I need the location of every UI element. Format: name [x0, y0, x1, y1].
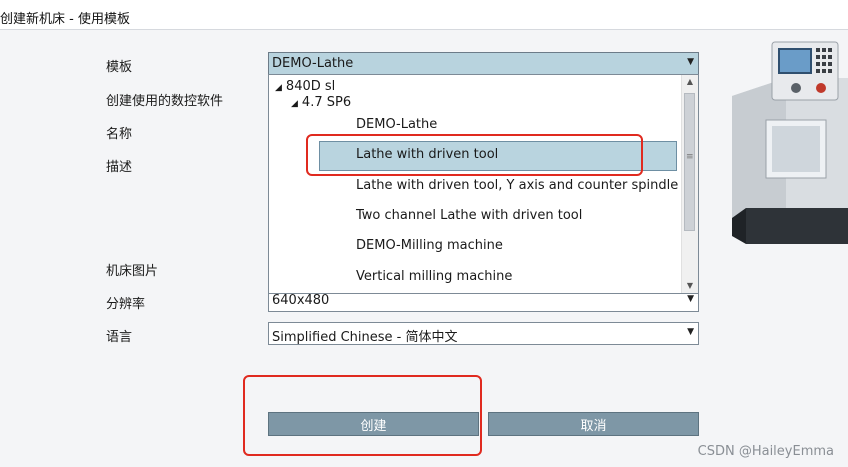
create-button[interactable]: 创建 — [268, 412, 479, 436]
template-label: 模板 — [106, 60, 133, 75]
grip-icon: ≡ — [686, 152, 694, 162]
option-demo-milling[interactable]: DEMO-Milling machine — [319, 232, 677, 262]
option-label: Lathe with driven tool, Y axis and count… — [356, 178, 679, 193]
option-label: Two channel Lathe with driven tool — [356, 208, 583, 223]
scroll-down-arrow-icon[interactable]: ▼ — [682, 279, 698, 293]
language-select[interactable]: Simplified Chinese - 简体中文 ▼ — [268, 322, 699, 345]
cancel-button-label: 取消 — [580, 418, 607, 434]
chevron-down-icon[interactable]: ▼ — [687, 294, 694, 304]
option-lathe-y-axis[interactable]: Lathe with driven tool, Y axis and count… — [319, 172, 679, 202]
create-button-label: 创建 — [360, 418, 387, 434]
expand-triangle-icon[interactable]: ◢ — [291, 99, 298, 109]
title-bar: 创建新机床 - 使用模板 — [0, 0, 848, 30]
tree-node-version[interactable]: ◢ 4.7 SP6 — [291, 95, 351, 110]
machine-image-label: 机床图片 — [106, 264, 159, 279]
template-dropdown-list[interactable]: ◢ 840D sl ◢ 4.7 SP6 DEMO-Lathe Lathe with … — [268, 74, 699, 294]
annotation-highlight-option — [306, 134, 643, 176]
language-label: 语言 — [106, 330, 133, 345]
tree-node-840d[interactable]: ◢ 840D sl — [275, 79, 335, 94]
scroll-thumb[interactable]: ≡ — [684, 93, 695, 231]
scroll-up-arrow-icon[interactable]: ▲ — [682, 75, 698, 89]
resolution-label: 分辨率 — [106, 297, 146, 312]
software-label: 创建使用的数控软件 — [106, 94, 224, 109]
option-label: Vertical milling machine — [356, 269, 513, 284]
tree-node-label: 4.7 SP6 — [301, 95, 352, 110]
resolution-select-value: 640x480 — [272, 293, 330, 308]
chevron-down-icon[interactable]: ▼ — [687, 327, 694, 337]
name-label: 名称 — [106, 127, 133, 142]
option-label: DEMO-Milling machine — [356, 238, 503, 253]
dropdown-scrollbar[interactable]: ▲ ≡ ▼ — [681, 75, 698, 293]
option-vertical-milling[interactable]: Vertical milling machine — [319, 263, 677, 293]
template-select[interactable]: DEMO-Lathe ▼ — [268, 52, 699, 75]
description-label: 描述 — [106, 160, 133, 175]
option-label: DEMO-Lathe — [356, 117, 438, 132]
language-select-value: Simplified Chinese - 简体中文 — [272, 330, 458, 345]
expand-triangle-icon[interactable]: ◢ — [275, 83, 282, 93]
chevron-down-icon[interactable]: ▼ — [687, 57, 694, 67]
watermark: CSDN @HaileyEmma — [697, 444, 834, 459]
tree-node-label: 840D sl — [285, 79, 336, 94]
lathe-machine-image — [732, 41, 848, 244]
cancel-button[interactable]: 取消 — [488, 412, 699, 436]
template-select-value: DEMO-Lathe — [272, 56, 354, 71]
option-two-channel-lathe[interactable]: Two channel Lathe with driven tool — [319, 202, 677, 232]
window-title: 创建新机床 - 使用模板 — [0, 12, 130, 27]
